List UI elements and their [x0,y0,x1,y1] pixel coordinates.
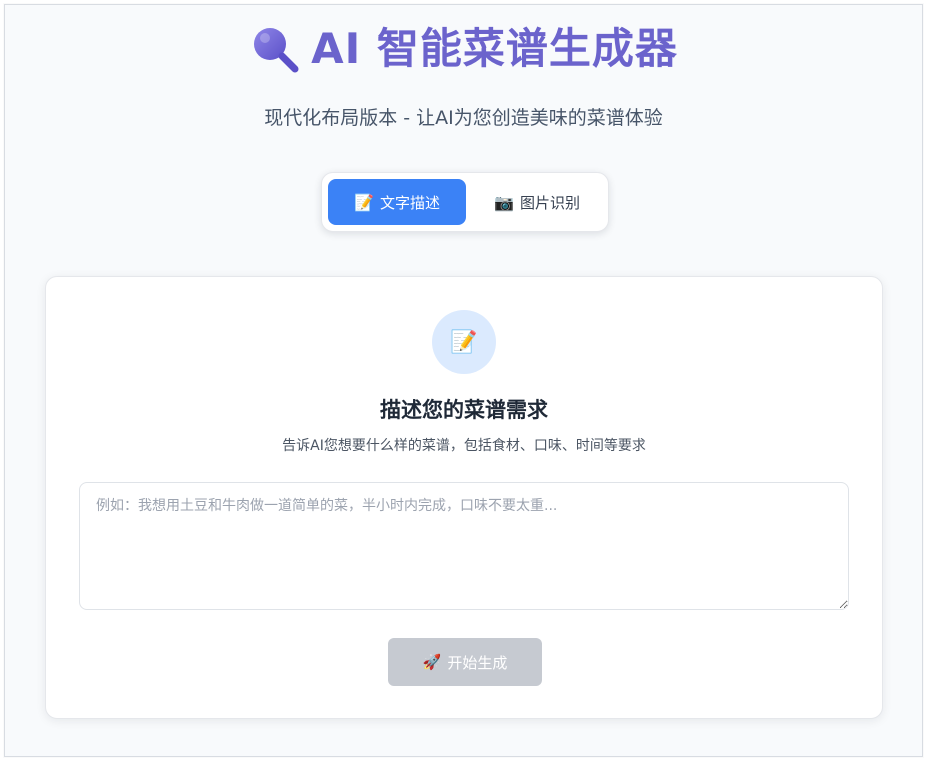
memo-icon: 📝 [354,192,374,212]
page-header: AI 智能菜谱生成器 [5,23,922,75]
recipe-request-card: 📝 描述您的菜谱需求 告诉AI您想要什么样的菜谱，包括食材、口味、时间等要求 🚀… [45,276,883,719]
tab-text-description[interactable]: 📝 文字描述 [328,179,466,225]
app-window: AI 智能菜谱生成器 现代化布局版本 - 让AI为您创造美味的菜谱体验 📝 文字… [4,4,923,757]
page-title: AI 智能菜谱生成器 [311,24,678,73]
page-subtitle: 现代化布局版本 - 让AI为您创造美味的菜谱体验 [264,107,663,129]
rocket-icon: 🚀 [422,653,442,671]
memo-icon: 📝 [432,310,496,374]
card-description: 告诉AI您想要什么样的菜谱，包括食材、口味、时间等要求 [282,438,646,454]
magnifier-icon [254,28,299,73]
generate-button-label: 开始生成 [447,653,508,672]
mode-tabs: 📝 文字描述 📷 图片识别 [321,172,609,232]
card-title: 描述您的菜谱需求 [380,398,548,422]
tab-image-recognition[interactable]: 📷 图片识别 [472,179,602,225]
tab-label: 图片识别 [519,193,580,212]
tab-label: 文字描述 [379,193,440,212]
recipe-description-input[interactable] [79,482,849,610]
generate-button[interactable]: 🚀 开始生成 [388,638,542,686]
camera-icon: 📷 [494,192,514,212]
